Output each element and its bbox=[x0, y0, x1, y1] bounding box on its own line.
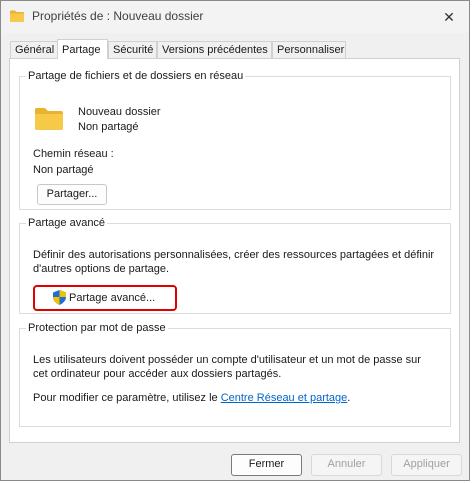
share-state: Non partagé bbox=[78, 121, 139, 133]
advanced-sharing-button[interactable]: Partage avancé... bbox=[37, 288, 173, 308]
password-description-2: cet ordinateur pour accéder aux dossiers… bbox=[33, 368, 282, 380]
close-icon: ✕ bbox=[443, 9, 455, 25]
tab-sharing[interactable]: Partage bbox=[57, 39, 108, 59]
advanced-sharing-description-1: Définir des autorisations personnalisées… bbox=[33, 249, 435, 261]
password-modify-prefix: Pour modifier ce paramètre, utilisez le bbox=[33, 392, 221, 404]
tab-general[interactable]: Général bbox=[10, 41, 58, 58]
sharing-panel: Partage de fichiers et de dossiers en ré… bbox=[9, 58, 460, 443]
window-title: Propriétés de : Nouveau dossier bbox=[32, 9, 204, 23]
folder-icon bbox=[10, 10, 24, 22]
folder-icon bbox=[35, 108, 63, 130]
share-button[interactable]: Partager... bbox=[37, 184, 107, 205]
password-description-1: Les utilisateurs doivent posséder un com… bbox=[33, 354, 421, 366]
uac-shield-icon bbox=[53, 290, 66, 305]
network-path-value: Non partagé bbox=[33, 164, 94, 176]
advanced-sharing-button-label: Partage avancé... bbox=[69, 292, 156, 304]
advanced-sharing-legend: Partage avancé bbox=[28, 217, 106, 229]
network-path-label: Chemin réseau : bbox=[33, 148, 114, 160]
network-sharing-legend: Partage de fichiers et de dossiers en ré… bbox=[28, 70, 244, 82]
properties-window: Propriétés de : Nouveau dossier ✕ Généra… bbox=[0, 0, 470, 481]
advanced-sharing-description-2: d'autres options de partage. bbox=[33, 263, 170, 275]
tab-customize[interactable]: Personnaliser bbox=[272, 41, 346, 58]
apply-button[interactable]: Appliquer bbox=[391, 454, 462, 476]
close-button[interactable]: Fermer bbox=[231, 454, 302, 476]
title-bar: Propriétés de : Nouveau dossier ✕ bbox=[1, 1, 469, 33]
network-sharing-center-link[interactable]: Centre Réseau et partage bbox=[221, 392, 348, 404]
password-protection-legend: Protection par mot de passe bbox=[28, 322, 166, 334]
folder-name: Nouveau dossier bbox=[78, 106, 161, 118]
close-window-button[interactable]: ✕ bbox=[439, 7, 459, 27]
password-protection-group: Protection par mot de passe Les utilisat… bbox=[19, 322, 451, 427]
network-sharing-group: Partage de fichiers et de dossiers en ré… bbox=[19, 70, 451, 210]
advanced-sharing-group: Partage avancé Définir des autorisations… bbox=[19, 217, 451, 314]
password-modify-suffix: . bbox=[347, 392, 351, 404]
password-modify-text: Pour modifier ce paramètre, utilisez le … bbox=[33, 392, 350, 404]
tab-previous-versions[interactable]: Versions précédentes bbox=[157, 41, 272, 58]
cancel-button[interactable]: Annuler bbox=[311, 454, 382, 476]
tab-security[interactable]: Sécurité bbox=[108, 41, 157, 58]
